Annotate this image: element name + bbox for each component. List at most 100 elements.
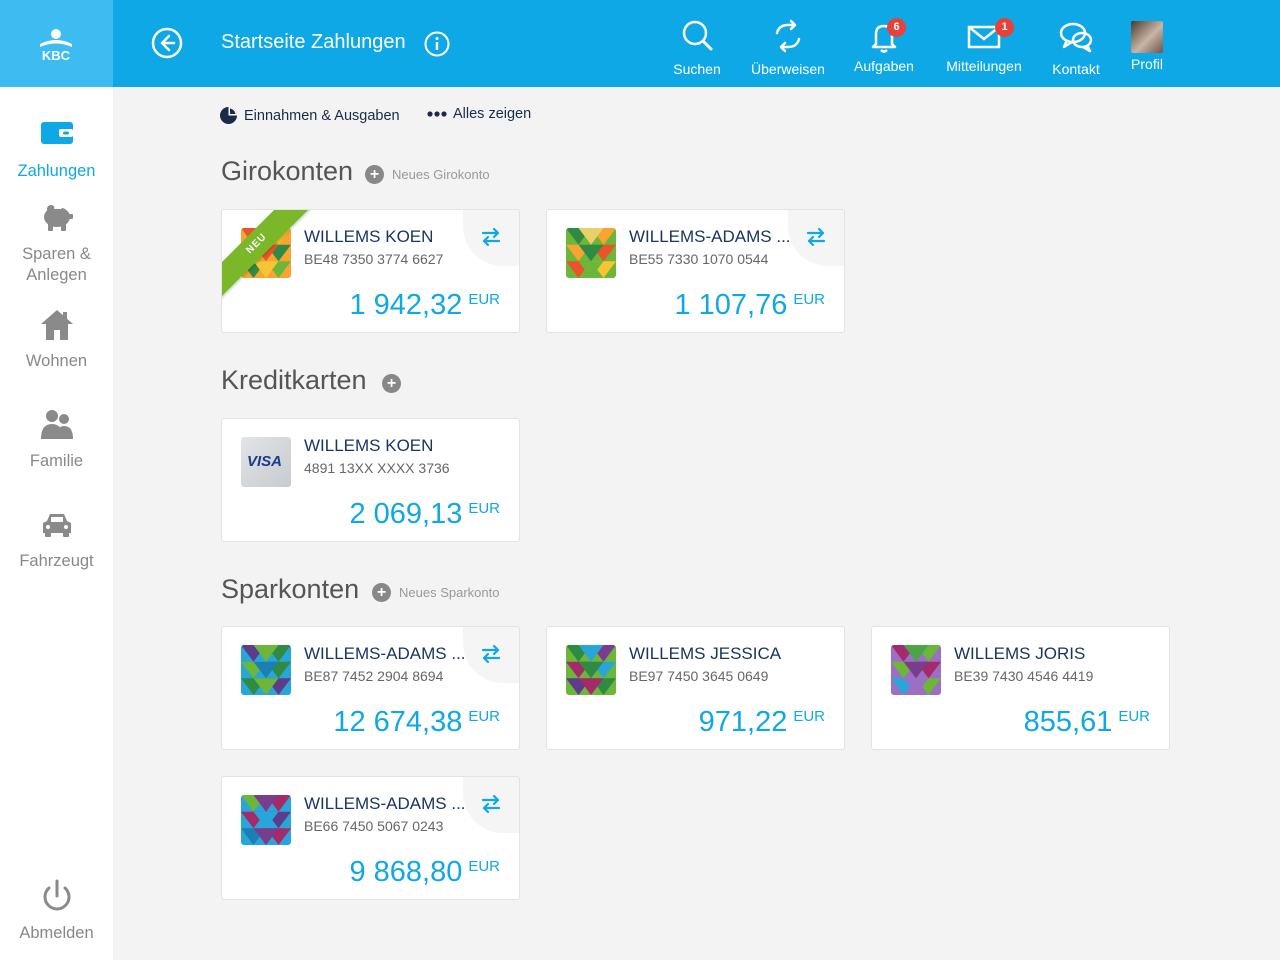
chat-icon [1059,22,1093,53]
nav-contact-label: Kontakt [1052,61,1100,77]
add-girokonto-button[interactable]: + Neues Girokonto [365,165,490,184]
kbc-logo-icon: KBC [40,29,72,62]
account-card[interactable]: WILLEMS JORIS BE39 7430 4546 4419 855,61… [871,626,1170,750]
account-iban: BE87 7452 2904 8694 [304,668,444,684]
account-pattern-icon [566,228,616,278]
transfer-button[interactable] [463,627,519,683]
plus-icon: + [365,165,384,184]
card-balance: 2 069,13 EUR [349,498,500,530]
car-icon [42,514,71,537]
account-balance: 1 107,76 EUR [674,289,825,321]
logout-label: Abmelden [19,924,94,942]
swap-arrows-icon [481,228,501,246]
piggy-bank-icon [43,205,73,231]
income-expenses-link[interactable]: Einnahmen & Ausgaben [219,106,400,125]
nav-transfer[interactable]: Überweisen [748,16,828,77]
sidebar-item-familie[interactable]: Familie [0,407,113,472]
page-title: Startseite Zahlungen [221,31,406,53]
account-balance: 12 674,38 EUR [333,706,500,738]
tasks-badge: 6 [887,18,906,37]
account-card[interactable]: NEU WILLEMS KOEN BE48 7350 3774 6627 1 9… [221,209,520,333]
swap-arrows-icon [481,795,501,813]
transfer-icon [775,19,801,53]
account-iban: BE39 7430 4546 4419 [954,668,1094,684]
nav-search[interactable]: Suchen [672,16,722,77]
account-iban: BE66 7450 5067 0243 [304,818,444,834]
family-icon [40,410,73,439]
section-title-sparkonten: Sparkonten [221,574,360,604]
pie-chart-icon [220,107,237,124]
back-arrow-icon[interactable] [151,27,183,59]
plus-icon: + [372,583,391,602]
messages-badge: 1 [995,18,1014,37]
show-all-link[interactable]: Alles zeigen [427,106,531,122]
visa-logo: VISA [241,437,291,487]
account-card[interactable]: WILLEMS-ADAMS ... BE87 7452 2904 8694 12… [221,626,520,750]
nav-tasks[interactable]: 6 Aufgaben [851,16,917,74]
top-bar: KBC Startseite Zahlungen Suchen Überweis… [0,0,1280,87]
sidebar-item-label: Zahlungen [17,162,96,180]
account-name: WILLEMS KOEN [304,227,434,246]
swap-arrows-icon [481,645,501,663]
swap-arrows-icon [806,228,826,246]
account-balance: 1 942,32 EUR [349,289,500,321]
account-iban: BE48 7350 3774 6627 [304,251,444,267]
account-name: WILLEMS JORIS [954,644,1086,663]
sidebar-item-label: Familie [29,452,84,470]
info-icon[interactable] [424,31,450,57]
add-sparkonto-label: Neues Sparkonto [399,585,500,600]
svg-text:KBC: KBC [42,48,71,62]
account-pattern-icon [566,645,616,695]
logout-button[interactable]: Abmelden [0,879,113,944]
account-balance: 855,61 EUR [1023,706,1150,738]
nav-search-label: Suchen [673,61,721,77]
account-name: WILLEMS-ADAMS ... [629,227,791,246]
nav-contact[interactable]: Kontakt [1049,16,1103,77]
add-sparkonto-button[interactable]: + Neues Sparkonto [372,583,499,602]
add-kreditkarte-button[interactable]: + [382,374,409,393]
account-card[interactable]: WILLEMS JESSICA BE97 7450 3645 0649 971,… [546,626,845,750]
account-card[interactable]: WILLEMS-ADAMS ... BE66 7450 5067 0243 9 … [221,776,520,900]
transfer-button[interactable] [463,210,519,266]
account-name: WILLEMS JESSICA [629,644,782,663]
show-all-label: Alles zeigen [453,106,532,122]
sidebar-item-label: Fahrzeugt [19,552,94,570]
card-holder-name: WILLEMS KOEN [304,436,434,455]
nav-tasks-label: Aufgaben [854,58,914,74]
add-girokonto-label: Neues Girokonto [392,167,490,182]
avatar [1131,21,1163,53]
account-balance: 971,22 EUR [698,706,825,738]
credit-card[interactable]: VISA WILLEMS KOEN 4891 13XX XXXX 3736 2 … [221,418,520,542]
sidebar-item-sparen[interactable]: Sparen & Anlegen [0,200,113,286]
transfer-button[interactable] [788,210,844,266]
transfer-button[interactable] [463,777,519,833]
income-expenses-label: Einnahmen & Ausgaben [244,107,400,124]
account-iban: BE55 7330 1070 0544 [629,251,769,267]
nav-profile[interactable]: Profil [1125,16,1169,72]
account-balance: 9 868,80 EUR [349,856,500,888]
account-pattern-icon [241,645,291,695]
nav-messages-label: Mitteilungen [946,58,1022,74]
sidebar-item-zahlungen[interactable]: Zahlungen [0,117,113,182]
plus-icon: + [382,374,401,393]
account-name: WILLEMS-ADAMS ... [304,644,466,663]
sidebar: Zahlungen Sparen & Anlegen Wohnen Famili… [0,87,113,960]
nav-messages[interactable]: 1 Mitteilungen [942,16,1026,74]
power-icon [43,879,70,911]
nav-profile-label: Profil [1131,56,1163,72]
section-title-girokonten: Girokonten [221,156,354,186]
account-card[interactable]: WILLEMS-ADAMS ... BE55 7330 1070 0544 1 … [546,209,845,333]
account-iban: BE97 7450 3645 0649 [629,668,769,684]
sidebar-item-wohnen[interactable]: Wohnen [0,307,113,372]
sidebar-item-label: Sparen & Anlegen [22,245,91,284]
house-icon [40,310,73,340]
dots-icon [427,111,447,117]
sidebar-item-fahrzeug[interactable]: Fahrzeugt [0,507,113,572]
section-title-kreditkarten: Kreditkarten [221,365,367,395]
account-pattern-icon [891,645,941,695]
wallet-icon [40,122,73,144]
search-icon [682,20,713,51]
card-number: 4891 13XX XXXX 3736 [304,460,450,476]
kbc-logo[interactable]: KBC [0,0,113,87]
sidebar-item-label: Wohnen [25,352,88,370]
